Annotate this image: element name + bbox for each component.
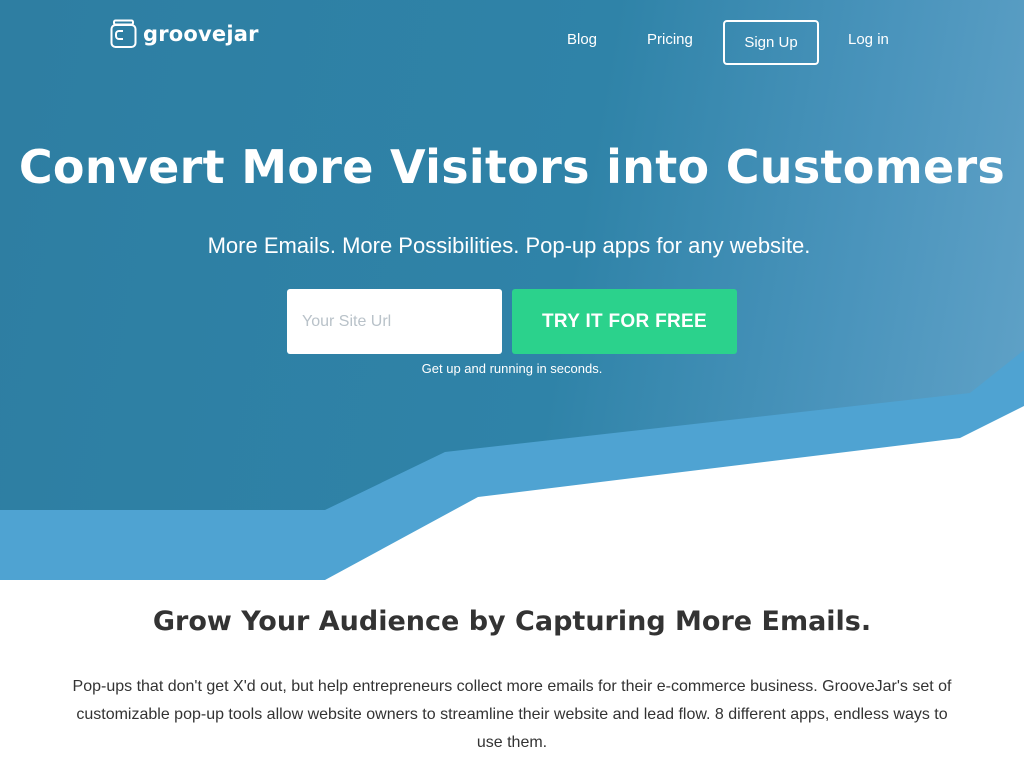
hero-hint: Get up and running in seconds. — [421, 361, 603, 376]
logo-text: groovejar — [143, 22, 259, 46]
jar-icon — [110, 19, 137, 48]
hero-subtitle: More Emails. More Possibilities. Pop-up … — [207, 233, 811, 258]
hero-title: Convert More Visitors into Customers — [18, 140, 1006, 194]
nav-pricing-link[interactable]: Pricing — [647, 31, 693, 48]
section-body: Pop-ups that don't get X'd out, but help… — [72, 678, 952, 751]
hero-section: groovejar Blog Pricing Sign Up Log in Co… — [0, 0, 1024, 580]
section-heading: Grow Your Audience by Capturing More Ema… — [152, 606, 872, 637]
nav-login-link[interactable]: Log in — [848, 31, 889, 48]
site-url-input[interactable] — [287, 289, 502, 354]
logo[interactable]: groovejar — [110, 19, 259, 49]
signup-button[interactable]: Sign Up — [723, 20, 819, 65]
nav-blog-link[interactable]: Blog — [567, 31, 597, 48]
try-free-button[interactable]: TRY IT FOR FREE — [512, 289, 737, 354]
